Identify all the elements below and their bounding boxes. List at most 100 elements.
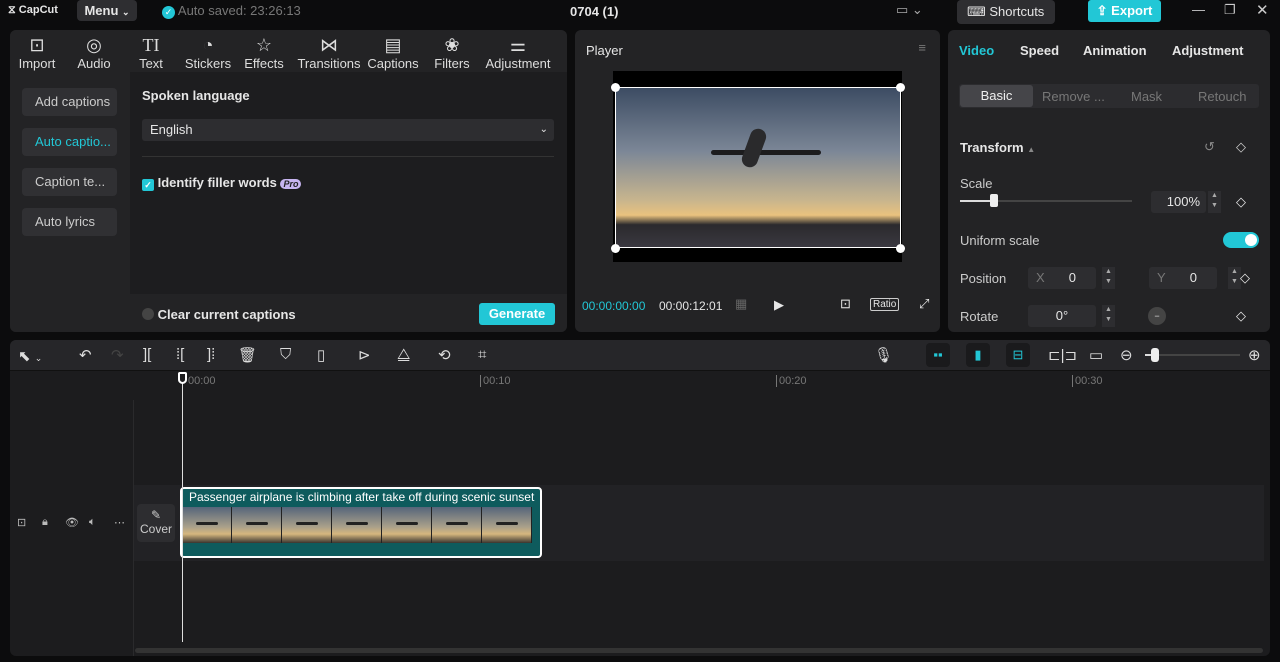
redo-icon[interactable]: ↷	[111, 346, 124, 364]
caption-template-button[interactable]: Caption te...	[22, 168, 117, 196]
delete-icon[interactable]: 🗑︎	[238, 346, 257, 364]
filler-words-checkbox[interactable]: ✓ Identify filler words Pro	[142, 175, 302, 191]
tab-audio[interactable]: ◎ Audio	[74, 34, 114, 71]
auto-snap-button[interactable]: ▮	[966, 343, 990, 367]
preview-axis-icon[interactable]: ⊏|⊐	[1048, 346, 1077, 364]
fullscreen-icon[interactable]: ⤢	[919, 296, 929, 312]
zoom-in-icon[interactable]: ⊕	[1248, 346, 1261, 364]
menu-button[interactable]: Menu ⌄	[77, 0, 137, 21]
tab-stickers[interactable]: ◔ Stickers	[184, 34, 232, 71]
split-right-icon[interactable]: ]⁞	[207, 346, 215, 363]
tab-filters[interactable]: ❀ Filters	[432, 34, 472, 71]
linkage-button[interactable]: ⊟	[1006, 343, 1030, 367]
tab-transitions[interactable]: ⋈ Transitions	[297, 34, 361, 71]
tab-import[interactable]: ⊡ Import	[16, 34, 58, 71]
shortcuts-button[interactable]: ⌨ Shortcuts	[957, 0, 1055, 24]
maximize-button[interactable]: ❐	[1224, 2, 1236, 18]
auto-captions-button[interactable]: Auto captio...	[22, 128, 117, 156]
ratio-button[interactable]: Ratio	[870, 298, 900, 311]
video-frame	[615, 87, 901, 248]
tab-animation[interactable]: Animation	[1083, 43, 1147, 58]
lock-icon[interactable]: 🔒︎	[42, 516, 48, 529]
filler-label: Identify filler words	[157, 175, 277, 190]
eye-icon[interactable]: 👁︎	[65, 516, 79, 529]
video-canvas[interactable]	[611, 71, 905, 262]
resize-handle[interactable]	[611, 244, 620, 253]
freeze-icon[interactable]: ▯	[317, 346, 325, 364]
tab-speed[interactable]: Speed	[1020, 43, 1059, 58]
subtab-basic[interactable]: Basic	[960, 85, 1033, 107]
marker-icon[interactable]: ⛉	[280, 346, 291, 363]
volume-icon[interactable]: 🔈︎	[89, 516, 96, 529]
position-x-input[interactable]: X0	[1028, 267, 1096, 289]
edit-icon: ✎	[150, 508, 162, 522]
ruler-label: 00:30	[1072, 375, 1103, 387]
more-icon[interactable]: ⋯	[114, 516, 125, 529]
horizontal-scrollbar[interactable]	[135, 648, 1263, 653]
position-x-stepper[interactable]: ▲ ▼	[1102, 267, 1115, 289]
captions-footer: Clear current captions Generate	[130, 294, 567, 332]
tab-text[interactable]: TI Text	[135, 34, 167, 71]
timeline-grid-icon[interactable]: ▦	[735, 296, 747, 312]
cover-button[interactable]: ✎ Cover	[137, 504, 175, 542]
language-select[interactable]: English ⌄	[142, 119, 554, 141]
subtab-retouch[interactable]: Retouch	[1198, 89, 1246, 104]
rotate-stepper[interactable]: ▲ ▼	[1102, 305, 1115, 327]
zoom-slider[interactable]	[1145, 348, 1240, 362]
main-track-magnet-button[interactable]: ▪▪	[926, 343, 950, 367]
tab-captions[interactable]: ▤ Captions	[366, 34, 420, 71]
keyframe-icon[interactable]: ◇	[1236, 194, 1246, 210]
video-clip[interactable]: Passenger airplane is climbing after tak…	[180, 487, 542, 558]
playhead-handle[interactable]	[178, 372, 187, 384]
tab-effects[interactable]: ☆ Effects	[242, 34, 286, 71]
clear-label: Clear current captions	[157, 307, 296, 322]
split-left-icon[interactable]: ⁞[	[176, 346, 184, 363]
scale-input[interactable]: 100%	[1151, 191, 1206, 213]
microphone-icon[interactable]: 🎙︎	[874, 346, 893, 364]
fit-icon[interactable]: ⊡	[840, 296, 851, 312]
add-captions-button[interactable]: Add captions	[22, 88, 117, 116]
clear-captions-checkbox[interactable]: Clear current captions	[142, 307, 296, 322]
zoom-out-icon[interactable]: ⊖	[1120, 346, 1133, 364]
rotate-icon[interactable]: ⟲	[438, 346, 451, 364]
zoom-slider-thumb[interactable]	[1150, 348, 1159, 362]
position-y-input[interactable]: Y0	[1149, 267, 1217, 289]
rotate-dial[interactable]: −	[1148, 307, 1166, 325]
subtab-mask[interactable]: Mask	[1131, 89, 1162, 104]
scale-stepper[interactable]: ▲ ▼	[1208, 191, 1221, 213]
reset-icon[interactable]: ↺	[1204, 139, 1215, 155]
tab-adjustment[interactable]: Adjustment	[1172, 43, 1244, 58]
subtab-remove[interactable]: Remove ...	[1042, 89, 1105, 104]
player-menu-icon[interactable]: ≡	[918, 40, 926, 55]
close-button[interactable]: ✕	[1256, 1, 1269, 19]
generate-button[interactable]: Generate	[479, 303, 555, 325]
keyframe-icon[interactable]: ◇	[1236, 139, 1246, 155]
playhead[interactable]	[182, 372, 183, 642]
tab-video[interactable]: Video	[959, 43, 994, 58]
resize-handle[interactable]	[896, 83, 905, 92]
mirror-icon[interactable]: ⧋	[397, 346, 410, 363]
uniform-scale-toggle[interactable]	[1223, 232, 1259, 248]
app-name: CapCut	[18, 4, 58, 16]
minimize-button[interactable]: —	[1192, 2, 1205, 17]
undo-icon[interactable]: ↶	[79, 346, 92, 364]
keyframe-icon[interactable]: ◇	[1240, 270, 1250, 286]
auto-lyrics-button[interactable]: Auto lyrics	[22, 208, 117, 236]
crop-icon[interactable]: ⌗	[478, 346, 486, 363]
tab-adjustment[interactable]: ⚌ Adjustment	[484, 34, 552, 71]
keyboard-icon: ⌨	[967, 4, 986, 19]
rotate-input[interactable]: 0°	[1028, 305, 1096, 327]
resize-handle[interactable]	[896, 244, 905, 253]
resize-handle[interactable]	[611, 83, 620, 92]
keyframe-icon[interactable]: ◇	[1236, 308, 1246, 324]
select-tool-icon[interactable]: ⬉ ⌄	[18, 347, 42, 365]
scale-slider-thumb[interactable]	[990, 194, 999, 207]
layout-icon[interactable]: ▭ ⌄	[896, 2, 923, 18]
scale-slider[interactable]	[960, 194, 1132, 207]
split-icon[interactable]: ][	[143, 346, 151, 363]
zoom-fit-icon[interactable]: ▭	[1089, 346, 1103, 364]
play-button[interactable]: ▶	[774, 297, 784, 313]
export-button[interactable]: ⇪ Export	[1088, 0, 1161, 22]
reverse-icon[interactable]: ⊳	[358, 346, 371, 364]
transform-header[interactable]: Transform ▲	[960, 140, 1035, 155]
